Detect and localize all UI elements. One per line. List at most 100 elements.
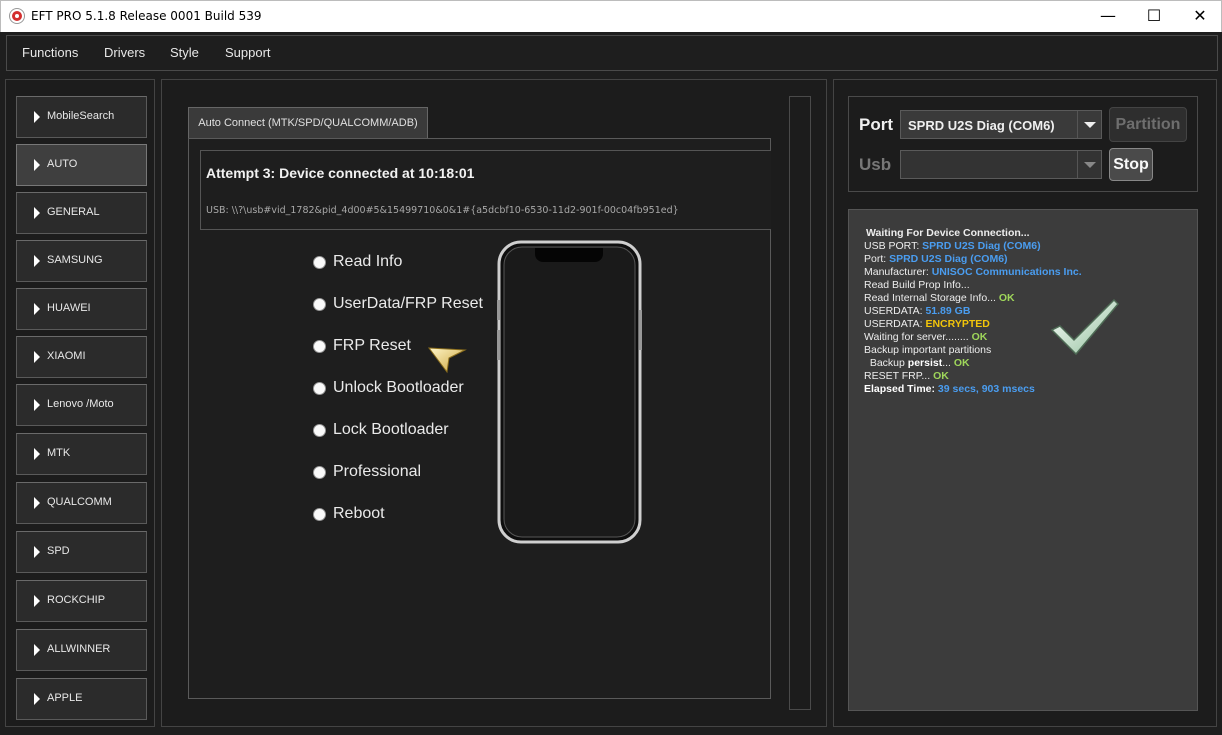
option-lock-bootloader[interactable]: Lock Bootloader bbox=[313, 421, 493, 443]
option-label: Lock Bootloader bbox=[333, 421, 449, 438]
option-read-info[interactable]: Read Info bbox=[313, 253, 493, 275]
sidebar-item-general[interactable]: GENERAL bbox=[16, 192, 147, 234]
option-label: UserData/FRP Reset bbox=[333, 295, 483, 312]
radio-button[interactable] bbox=[313, 340, 326, 353]
usb-select[interactable] bbox=[900, 150, 1102, 179]
radio-button[interactable] bbox=[313, 256, 326, 269]
port-label: Port bbox=[859, 115, 893, 134]
log-line: Elapsed Time: 39 secs, 903 msecs bbox=[864, 383, 1035, 395]
radio-button[interactable] bbox=[313, 298, 326, 311]
caret-right-icon bbox=[34, 644, 40, 656]
window-title: EFT PRO 5.1.8 Release 0001 Build 539 bbox=[31, 9, 262, 23]
sidebar-item-label: GENERAL bbox=[47, 206, 100, 218]
connection-status-title: Attempt 3: Device connected at 10:18:01 bbox=[206, 165, 475, 181]
caret-right-icon bbox=[34, 448, 40, 460]
sidebar-item-lenovo-moto[interactable]: Lenovo /Moto bbox=[16, 384, 147, 426]
option-reboot[interactable]: Reboot bbox=[313, 505, 493, 527]
caret-right-icon bbox=[34, 159, 40, 171]
sidebar-item-mobilesearch[interactable]: MobileSearch bbox=[16, 96, 147, 138]
caret-right-icon bbox=[34, 111, 40, 123]
port-select[interactable]: SPRD U2S Diag (COM6) bbox=[900, 110, 1102, 139]
log-line: USERDATA: 51.89 GB bbox=[864, 305, 971, 317]
option-label: Professional bbox=[333, 463, 422, 480]
usb-label: Usb bbox=[859, 155, 892, 174]
chevron-down-icon[interactable] bbox=[1077, 151, 1101, 178]
sidebar-item-label: HUAWEI bbox=[47, 302, 91, 314]
app-logo-icon bbox=[10, 9, 24, 23]
caret-right-icon bbox=[34, 351, 40, 363]
caret-right-icon bbox=[34, 399, 40, 411]
maximize-button[interactable]: ☐ bbox=[1131, 1, 1177, 32]
radio-button[interactable] bbox=[313, 466, 326, 479]
option-label: Read Info bbox=[333, 253, 403, 270]
sidebar-item-label: MobileSearch bbox=[47, 110, 115, 122]
sidebar-item-mtk[interactable]: MTK bbox=[16, 433, 147, 475]
sidebar-item-label: SAMSUNG bbox=[47, 254, 103, 266]
radio-button[interactable] bbox=[313, 424, 326, 437]
stop-button[interactable]: Stop bbox=[1109, 148, 1153, 181]
log-line: Read Build Prop Info... bbox=[864, 279, 970, 291]
log-line: Port: SPRD U2S Diag (COM6) bbox=[864, 253, 1008, 265]
log-line: RESET FRP... OK bbox=[864, 370, 949, 382]
log-line: Manufacturer: UNISOC Communications Inc. bbox=[864, 266, 1082, 278]
sidebar-item-xiaomi[interactable]: XIAOMI bbox=[16, 336, 147, 378]
sidebar-item-allwinner[interactable]: ALLWINNER bbox=[16, 629, 147, 671]
radio-button[interactable] bbox=[313, 382, 326, 395]
sidebar-item-label: ROCKCHIP bbox=[47, 594, 106, 606]
sidebar-item-apple[interactable]: APPLE bbox=[16, 678, 147, 720]
minimize-button[interactable]: — bbox=[1085, 1, 1131, 32]
tab-auto-connect[interactable]: Auto Connect (MTK/SPD/QUALCOMM/ADB) bbox=[188, 107, 428, 138]
option-unlock-bootloader[interactable]: Unlock Bootloader bbox=[313, 379, 493, 401]
sidebar-item-label: XIAOMI bbox=[47, 350, 86, 362]
option-label: Unlock Bootloader bbox=[333, 379, 464, 396]
success-check-icon bbox=[1050, 298, 1120, 356]
sidebar-item-huawei[interactable]: HUAWEI bbox=[16, 288, 147, 330]
log-line: USERDATA: ENCRYPTED bbox=[864, 318, 990, 330]
connection-status-box bbox=[200, 150, 771, 230]
option-professional[interactable]: Professional bbox=[313, 463, 493, 485]
partition-button[interactable]: Partition bbox=[1109, 107, 1187, 142]
option-label: Reboot bbox=[333, 505, 385, 522]
sidebar-item-spd[interactable]: SPD bbox=[16, 531, 147, 573]
menu-functions[interactable]: Functions bbox=[22, 45, 78, 60]
log-line: USB PORT: SPRD U2S Diag (COM6) bbox=[864, 240, 1041, 252]
title-bar: EFT PRO 5.1.8 Release 0001 Build 539 — ☐… bbox=[0, 0, 1222, 32]
connection-usb-path: USB: \\?\usb#vid_1782&pid_4d00#5&1549971… bbox=[206, 205, 679, 216]
sidebar-item-samsung[interactable]: SAMSUNG bbox=[16, 240, 147, 282]
option-userdata-frp-reset[interactable]: UserData/FRP Reset bbox=[313, 295, 493, 317]
sidebar-item-label: MTK bbox=[47, 447, 71, 459]
sidebar-item-label: ALLWINNER bbox=[47, 643, 111, 655]
vertical-scrollbar[interactable] bbox=[789, 96, 811, 710]
log-line: Waiting for server........ OK bbox=[864, 331, 988, 343]
menu-bar: Functions Drivers Style Support bbox=[6, 35, 1218, 71]
log-line: Read Internal Storage Info... OK bbox=[864, 292, 1015, 304]
brand-sidebar: MobileSearch AUTO GENERAL SAMSUNG HUAWEI… bbox=[5, 79, 155, 727]
caret-right-icon bbox=[34, 303, 40, 315]
log-line: Backup persist... OK bbox=[864, 357, 970, 369]
sidebar-item-label: SPD bbox=[47, 545, 70, 557]
caret-right-icon bbox=[34, 255, 40, 267]
sidebar-item-label: APPLE bbox=[47, 692, 83, 704]
menu-support[interactable]: Support bbox=[225, 45, 271, 60]
pointer-arrow-icon bbox=[427, 347, 467, 374]
caret-right-icon bbox=[34, 207, 40, 219]
menu-style[interactable]: Style bbox=[170, 45, 199, 60]
log-line: Backup important partitions bbox=[864, 344, 992, 356]
menu-drivers[interactable]: Drivers bbox=[104, 45, 145, 60]
caret-right-icon bbox=[34, 497, 40, 509]
sidebar-item-rockchip[interactable]: ROCKCHIP bbox=[16, 580, 147, 622]
caret-right-icon bbox=[34, 546, 40, 558]
sidebar-item-qualcomm[interactable]: QUALCOMM bbox=[16, 482, 147, 524]
chevron-down-icon[interactable] bbox=[1077, 111, 1101, 138]
log-line: Waiting For Device Connection... bbox=[866, 227, 1030, 239]
radio-button[interactable] bbox=[313, 508, 326, 521]
close-button[interactable]: ✕ bbox=[1177, 1, 1222, 32]
sidebar-item-label: AUTO bbox=[47, 158, 78, 170]
option-label: FRP Reset bbox=[333, 337, 411, 354]
caret-right-icon bbox=[34, 595, 40, 607]
sidebar-item-auto[interactable]: AUTO bbox=[16, 144, 147, 186]
caret-right-icon bbox=[34, 693, 40, 705]
sidebar-item-label: QUALCOMM bbox=[47, 496, 112, 508]
phone-illustration-icon bbox=[497, 240, 642, 544]
port-select-value: SPRD U2S Diag (COM6) bbox=[908, 118, 1055, 133]
